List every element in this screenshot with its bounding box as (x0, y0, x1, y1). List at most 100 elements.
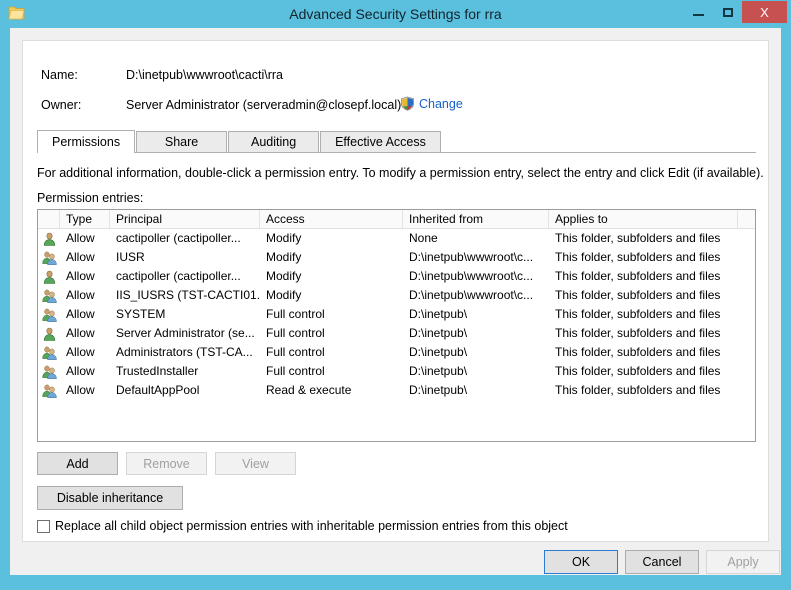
column-header-access[interactable]: Access (260, 210, 403, 228)
tab-effective-access[interactable]: Effective Access (320, 131, 441, 152)
tab-share[interactable]: Share (136, 131, 228, 152)
replace-permissions-label: Replace all child object permission entr… (55, 519, 568, 533)
user-icon (38, 232, 60, 246)
cell-principal: TrustedInstaller (116, 364, 199, 378)
cancel-button[interactable]: Cancel (625, 550, 699, 574)
dialog-body: Name: D:\inetpub\wwwroot\cacti\rra Owner… (5, 28, 786, 580)
minimize-button[interactable] (684, 1, 713, 23)
column-header-icon[interactable] (38, 210, 60, 228)
table-row[interactable]: Allow cactipoller (cactipoller... Modify D:… (38, 267, 755, 286)
cell-type: Allow (66, 231, 95, 245)
cell-inherited-from: D:\inetpub\wwwroot\c... (409, 288, 534, 302)
cell-applies-to: This folder, subfolders and files (555, 288, 721, 302)
group-icon (38, 346, 60, 360)
table-row[interactable]: Allow TrustedInstaller Full control D:\inet… (38, 362, 755, 381)
cell-type: Allow (66, 326, 95, 340)
cell-type: Allow (66, 383, 95, 397)
maximize-icon (722, 7, 733, 17)
table-row[interactable]: Allow DefaultAppPool Read & execute D:\inet… (38, 381, 755, 400)
cell-inherited-from: D:\inetpub\ (409, 364, 468, 378)
maximize-button[interactable] (713, 1, 742, 23)
user-icon (38, 327, 60, 341)
cell-principal: DefaultAppPool (116, 383, 200, 397)
cell-access: Modify (266, 288, 302, 302)
cell-applies-to: This folder, subfolders and files (555, 326, 721, 340)
permission-entries-grid[interactable]: Type Principal Access Inherited from App… (37, 209, 756, 442)
column-header-spacer[interactable] (738, 210, 754, 228)
cell-applies-to: This folder, subfolders and files (555, 307, 721, 321)
view-button[interactable]: View (215, 452, 296, 475)
cell-type: Allow (66, 269, 95, 283)
close-button[interactable]: X (742, 1, 787, 23)
window-controls: X (684, 1, 787, 23)
group-icon (38, 251, 60, 265)
cell-principal: SYSTEM (116, 307, 166, 321)
cell-inherited-from: D:\inetpub\wwwroot\c... (409, 269, 534, 283)
replace-permissions-checkbox[interactable] (37, 519, 50, 533)
change-owner-link[interactable]: Change (419, 97, 463, 111)
folder-icon (8, 6, 25, 20)
cell-type: Allow (66, 307, 95, 321)
cell-inherited-from: D:\inetpub\ (409, 345, 468, 359)
cell-type: Allow (66, 345, 95, 359)
cell-applies-to: This folder, subfolders and files (555, 345, 721, 359)
cell-access: Full control (266, 345, 325, 359)
apply-button[interactable]: Apply (706, 550, 780, 574)
cell-inherited-from: D:\inetpub\ (409, 307, 468, 321)
cell-access: Full control (266, 326, 325, 340)
column-header-inherited[interactable]: Inherited from (403, 210, 549, 228)
group-icon (38, 308, 60, 322)
permission-entries-label: Permission entries: (37, 191, 144, 205)
cell-access: Modify (266, 250, 302, 264)
column-header-principal[interactable]: Principal (110, 210, 260, 228)
cell-principal: cactipoller (cactipoller... (116, 231, 241, 245)
group-icon (38, 384, 60, 398)
cell-applies-to: This folder, subfolders and files (555, 250, 721, 264)
title-bar: Advanced Security Settings for rra X (0, 0, 791, 28)
table-row[interactable]: Allow Server Administrator (se... Full con… (38, 324, 755, 343)
cell-access: Read & execute (266, 383, 352, 397)
cell-access: Full control (266, 364, 325, 378)
cell-type: Allow (66, 288, 95, 302)
table-row[interactable]: Allow cactipoller (cactipoller... Modify No… (38, 229, 755, 248)
minimize-icon (693, 14, 704, 16)
cell-type: Allow (66, 250, 95, 264)
cell-principal: cactipoller (cactipoller... (116, 269, 241, 283)
cell-access: Modify (266, 231, 302, 245)
column-header-applies[interactable]: Applies to (549, 210, 738, 228)
cell-inherited-from: D:\inetpub\ (409, 383, 468, 397)
cell-inherited-from: D:\inetpub\ (409, 326, 468, 340)
dialog-content: Name: D:\inetpub\wwwroot\cacti\rra Owner… (10, 28, 781, 574)
table-row[interactable]: Allow SYSTEM Full control D:\inetpub\ This f… (38, 305, 755, 324)
info-text: For additional information, double-click… (37, 166, 764, 180)
advanced-security-settings-window: Advanced Security Settings for rra X Nam… (0, 0, 791, 590)
change-owner-control[interactable]: Change (400, 96, 463, 111)
settings-panel: Name: D:\inetpub\wwwroot\cacti\rra Owner… (22, 40, 769, 542)
cell-inherited-from: None (409, 231, 438, 245)
table-row[interactable]: Allow Administrators (TST-CA... Full contr… (38, 343, 755, 362)
column-header-type[interactable]: Type (60, 210, 110, 228)
disable-inheritance-button[interactable]: Disable inheritance (37, 486, 183, 510)
owner-value: Server Administrator (serveradmin@closep… (126, 98, 402, 112)
table-row[interactable]: Allow IUSR Modify D:\inetpub\wwwroot\c... Th… (38, 248, 755, 267)
replace-permissions-row[interactable]: Replace all child object permission entr… (37, 519, 568, 533)
grid-body: Allow cactipoller (cactipoller... Modify No… (38, 229, 755, 400)
ok-button[interactable]: OK (544, 550, 618, 574)
group-icon (38, 365, 60, 379)
tab-auditing[interactable]: Auditing (228, 131, 320, 152)
grid-header-row: Type Principal Access Inherited from App… (38, 210, 755, 229)
remove-button[interactable]: Remove (126, 452, 207, 475)
cell-inherited-from: D:\inetpub\wwwroot\c... (409, 250, 534, 264)
cell-principal: IUSR (116, 250, 145, 264)
cell-applies-to: This folder, subfolders and files (555, 269, 721, 283)
cell-applies-to: This folder, subfolders and files (555, 364, 721, 378)
window-title: Advanced Security Settings for rra (289, 6, 502, 22)
cell-principal: Administrators (TST-CA... (116, 345, 253, 359)
name-value: D:\inetpub\wwwroot\cacti\rra (126, 68, 284, 82)
tab-permissions[interactable]: Permissions (37, 130, 136, 153)
tab-strip: Permissions Share Auditing Effective Acc… (37, 129, 756, 153)
cell-applies-to: This folder, subfolders and files (555, 231, 721, 245)
add-button[interactable]: Add (37, 452, 118, 475)
table-row[interactable]: Allow IIS_IUSRS (TST-CACTI01... Modify D:\i… (38, 286, 755, 305)
cell-applies-to: This folder, subfolders and files (555, 383, 721, 397)
